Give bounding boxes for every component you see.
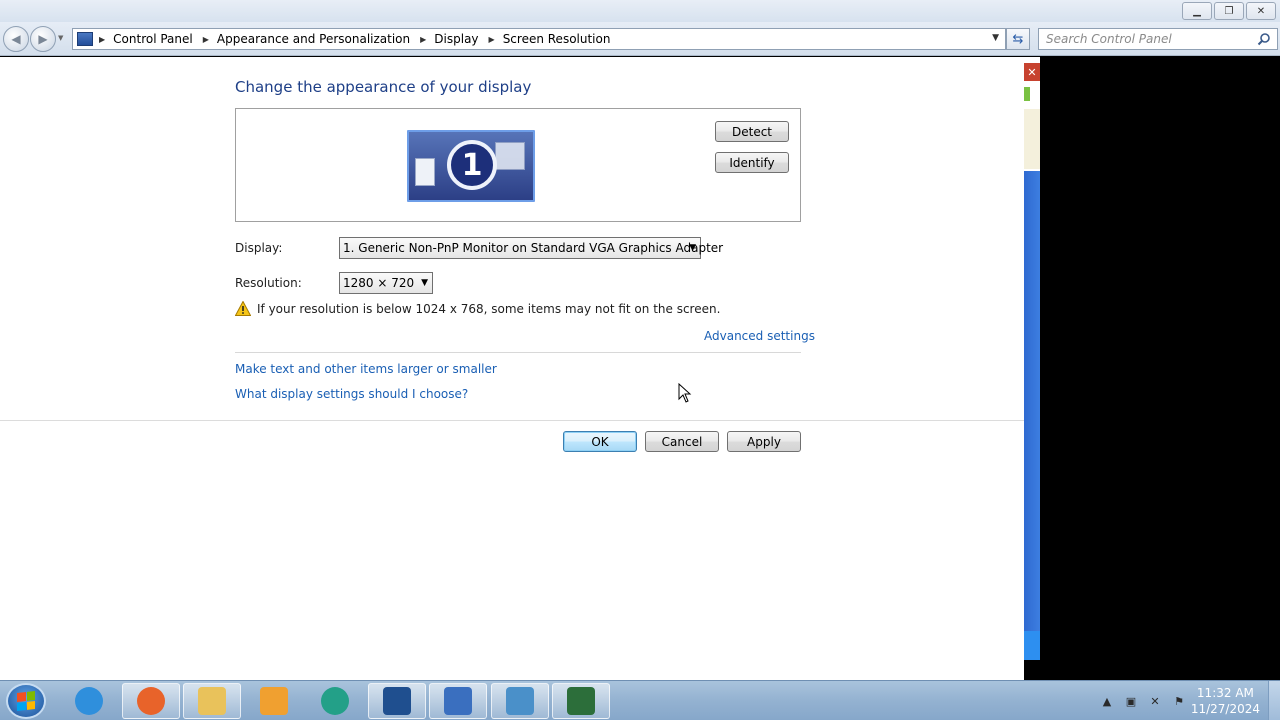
taskbar-button[interactable]	[552, 683, 610, 719]
breadcrumb-appearance[interactable]: Appearance and Personalization	[217, 32, 410, 46]
taskbar-button[interactable]	[183, 683, 241, 719]
back-button[interactable]: ◀	[3, 26, 29, 52]
detect-button[interactable]: Detect	[715, 121, 789, 142]
resolution-warning: If your resolution is below 1024 x 768, …	[235, 301, 720, 316]
taskbar-button[interactable]	[367, 683, 426, 719]
breadcrumb-display[interactable]: Display	[434, 32, 478, 46]
ok-button[interactable]: OK	[563, 431, 637, 452]
minimize-button[interactable]: ▁	[1182, 2, 1212, 20]
volume-muted-icon[interactable]: ✕	[1148, 694, 1162, 708]
taskbar-button[interactable]	[490, 683, 549, 719]
media-player-icon	[259, 687, 288, 715]
background-window-edge: ✕	[1024, 57, 1040, 660]
background-window-close-icon[interactable]: ✕	[1024, 63, 1040, 81]
divider	[235, 352, 801, 353]
background-window-decoration	[1024, 631, 1040, 660]
restore-button[interactable]: ❐	[1214, 2, 1244, 20]
dropdown-arrow-icon: ▼	[689, 243, 696, 253]
teal-app-icon	[321, 687, 349, 715]
display-label: Display:	[235, 241, 283, 255]
warning-icon	[235, 301, 251, 316]
firefox-icon	[136, 687, 165, 715]
background-window-decoration	[1024, 171, 1040, 631]
monitor-preview-area: 1 Detect Identify	[235, 108, 801, 222]
taskbar: ▲ ▣ ✕ ⚑ 11:32 AM 11/27/2024	[0, 680, 1280, 720]
clock-time: 11:32 AM	[1196, 686, 1254, 700]
virtualbox-icon	[382, 687, 411, 715]
start-button[interactable]	[6, 683, 46, 719]
apply-button[interactable]: Apply	[727, 431, 801, 452]
window-controls: ▁ ❐ ✕	[1182, 2, 1276, 20]
network-icon[interactable]: ▣	[1124, 694, 1138, 708]
background-window-decoration	[1024, 87, 1030, 101]
taskbar-button[interactable]	[306, 683, 364, 719]
address-dropdown-icon[interactable]: ▼	[992, 33, 999, 43]
taskbar-button[interactable]	[121, 683, 180, 719]
window-thumbnail-icon	[495, 142, 525, 170]
page-title: Change the appearance of your display	[235, 78, 532, 96]
forward-button[interactable]: ▶	[30, 26, 56, 52]
back-arrow-icon: ◀	[11, 32, 21, 46]
cancel-button[interactable]: Cancel	[645, 431, 719, 452]
display-select[interactable]: 1. Generic Non-PnP Monitor on Standard V…	[339, 237, 723, 259]
network-app-icon	[505, 687, 534, 715]
breadcrumb-arrow-icon[interactable]: ▶	[203, 35, 209, 44]
file-explorer-icon	[198, 687, 226, 715]
search-icon[interactable]	[1257, 32, 1271, 46]
refresh-button[interactable]: ⇆	[1006, 28, 1030, 50]
background-window-decoration	[1024, 109, 1040, 169]
resolution-select-value: 1280 × 720	[343, 276, 415, 290]
taskbar-button[interactable]	[429, 683, 487, 719]
navigation-bar: ◀ ▶ ▼ ▶ Control Panel ▶ Appearance and P…	[0, 22, 1280, 56]
text-size-link[interactable]: Make text and other items larger or smal…	[235, 362, 497, 376]
monitor-number: 1	[447, 140, 497, 190]
search-placeholder: Search Control Panel	[1046, 32, 1172, 46]
divider	[0, 420, 1024, 421]
terminal-monitor-icon	[567, 687, 595, 715]
windows-logo-icon	[17, 691, 35, 711]
breadcrumb-screen-resolution[interactable]: Screen Resolution	[503, 32, 611, 46]
window-titlebar: ▁ ❐ ✕	[0, 0, 1280, 22]
mouse-cursor-icon	[678, 383, 692, 403]
identify-button[interactable]: Identify	[715, 152, 789, 173]
breadcrumb-arrow-icon[interactable]: ▶	[420, 35, 426, 44]
search-input[interactable]: Search Control Panel	[1038, 28, 1278, 50]
dropdown-arrow-icon: ▼	[421, 278, 428, 288]
display-settings-help-link[interactable]: What display settings should I choose?	[235, 387, 468, 401]
show-hidden-icons-icon[interactable]: ▲	[1100, 694, 1114, 708]
warning-text: If your resolution is below 1024 x 768, …	[257, 301, 721, 316]
address-bar[interactable]: ▶ Control Panel ▶ Appearance and Persona…	[72, 28, 1006, 50]
breadcrumb-arrow-icon[interactable]: ▶	[99, 35, 105, 44]
recent-pages-dropdown-icon[interactable]: ▼	[58, 34, 63, 42]
refresh-icon: ⇆	[1012, 31, 1024, 47]
window-thumbnail-icon	[415, 158, 435, 186]
close-button[interactable]: ✕	[1246, 2, 1276, 20]
taskbar-button[interactable]	[60, 683, 118, 719]
clock-date: 11/27/2024	[1190, 702, 1260, 716]
monitor-1-preview[interactable]: 1	[407, 130, 535, 202]
resolution-select[interactable]: 1280 × 720 ▼	[339, 272, 433, 294]
taskbar-button[interactable]	[245, 683, 303, 719]
resolution-label: Resolution:	[235, 276, 302, 290]
show-desktop-button[interactable]	[1268, 681, 1280, 720]
action-center-flag-icon[interactable]: ⚑	[1172, 694, 1186, 708]
clock[interactable]: 11:32 AM 11/27/2024	[1191, 685, 1260, 717]
display-select-value: 1. Generic Non-PnP Monitor on Standard V…	[343, 241, 724, 255]
internet-explorer-icon	[75, 687, 103, 715]
xp-mode-icon	[444, 687, 472, 715]
screen-resolution-panel: Change the appearance of your display 1 …	[0, 57, 1024, 680]
breadcrumb-arrow-icon[interactable]: ▶	[489, 35, 495, 44]
control-panel-icon	[77, 32, 93, 46]
advanced-settings-link[interactable]: Advanced settings	[704, 329, 815, 343]
breadcrumb-control-panel[interactable]: Control Panel	[113, 32, 193, 46]
breadcrumb: ▶ Control Panel ▶ Appearance and Persona…	[99, 32, 620, 46]
forward-arrow-icon: ▶	[38, 32, 48, 46]
